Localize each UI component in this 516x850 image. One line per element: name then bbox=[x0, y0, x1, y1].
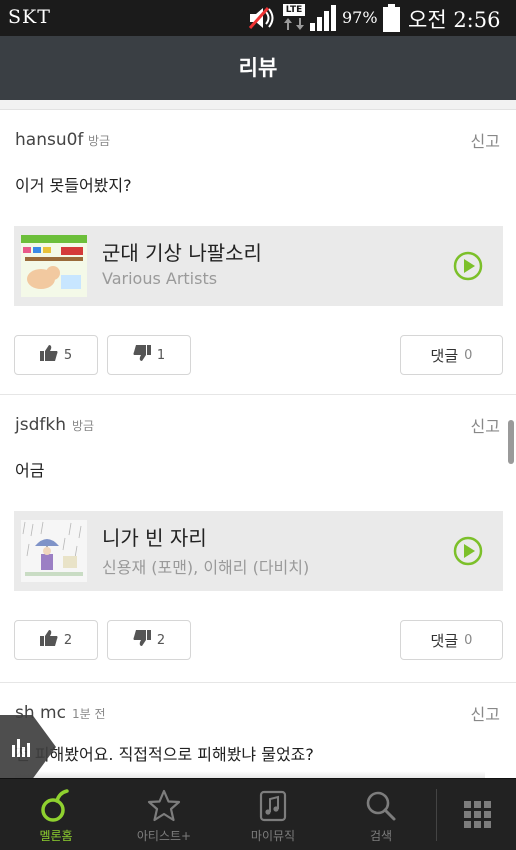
report-link[interactable]: 신고 bbox=[471, 128, 500, 152]
dislike-button[interactable]: 2 bbox=[107, 620, 191, 660]
battery-icon bbox=[383, 4, 400, 32]
comment-button[interactable]: 댓글 0 bbox=[400, 620, 503, 660]
review-text: 어금 bbox=[15, 461, 45, 480]
lte-label: LTE bbox=[283, 4, 305, 16]
mute-icon bbox=[248, 6, 278, 34]
play-icon[interactable] bbox=[453, 536, 483, 566]
nav-divider bbox=[436, 789, 437, 841]
review-text-overflow bbox=[15, 771, 485, 778]
like-button[interactable]: 5 bbox=[14, 335, 98, 375]
play-icon[interactable] bbox=[453, 251, 483, 281]
thumbs-up-icon bbox=[39, 630, 58, 650]
song-artist: 신용재 (포맨), 이해리 (다비치) bbox=[102, 558, 310, 577]
song-artist: Various Artists bbox=[102, 269, 218, 288]
tab-search[interactable]: 검색 bbox=[327, 779, 435, 850]
like-count: 2 bbox=[63, 632, 73, 648]
song-card[interactable]: 군대 기상 나팔소리 Various Artists bbox=[14, 226, 503, 306]
song-card[interactable]: 니가 빈 자리 신용재 (포맨), 이해리 (다비치) bbox=[14, 511, 503, 591]
feed-top-divider bbox=[0, 100, 516, 110]
app-header: 리뷰 bbox=[0, 36, 516, 100]
status-clock: 오전 2:56 bbox=[408, 8, 501, 32]
lte-icon: LTE bbox=[283, 4, 305, 32]
like-button[interactable]: 2 bbox=[14, 620, 98, 660]
page-title: 리뷰 bbox=[238, 56, 278, 80]
tab-my-music[interactable]: 마이뮤직 bbox=[219, 779, 327, 850]
tab-label: 아티스트+ bbox=[136, 829, 192, 843]
review-text: 이거 못들어봤지? bbox=[15, 176, 132, 195]
review-item: jsdfkh 방금 신고 어금 니가 빈 자리 신용재 (포맨), 이해리 (다… bbox=[0, 395, 516, 683]
review-author[interactable]: hansu0f bbox=[15, 130, 83, 150]
comment-count: 0 bbox=[464, 347, 473, 363]
comment-count: 0 bbox=[464, 632, 473, 648]
comment-button[interactable]: 댓글 0 bbox=[400, 335, 503, 375]
review-item: sh mc 1분 전 신고 전 피해봤어요. 직접적으로 피해봤냐 물었죠? bbox=[0, 683, 516, 778]
report-link[interactable]: 신고 bbox=[471, 701, 500, 725]
search-icon bbox=[364, 789, 398, 827]
grid-menu-icon bbox=[464, 801, 492, 833]
review-feed[interactable]: hansu0f 방금 신고 이거 못들어봤지? 군대 기상 나팔소리 Vario… bbox=[0, 100, 516, 778]
battery-percent: 97% bbox=[342, 8, 378, 27]
album-art bbox=[21, 235, 87, 297]
bottom-nav: 멜론홈 아티스트+ 마이뮤직 검색 bbox=[0, 778, 516, 850]
dislike-count: 2 bbox=[156, 632, 166, 648]
star-icon bbox=[147, 789, 181, 827]
thumbs-down-icon bbox=[133, 630, 151, 650]
tab-label: 마이뮤직 bbox=[250, 829, 296, 843]
review-author[interactable]: jsdfkh bbox=[15, 415, 66, 435]
equalizer-icon bbox=[12, 739, 30, 757]
report-link[interactable]: 신고 bbox=[471, 413, 500, 437]
song-title: 군대 기상 나팔소리 bbox=[102, 241, 262, 265]
review-time: 1분 전 bbox=[72, 707, 106, 721]
dislike-button[interactable]: 1 bbox=[107, 335, 191, 375]
tab-artist-plus[interactable]: 아티스트+ bbox=[110, 779, 218, 850]
tab-label: 멜론홈 bbox=[39, 829, 73, 843]
comment-label: 댓글 bbox=[430, 346, 459, 365]
album-art bbox=[21, 520, 87, 582]
thumbs-up-icon bbox=[39, 345, 58, 365]
like-count: 5 bbox=[63, 347, 73, 363]
scrollbar-thumb[interactable] bbox=[508, 420, 514, 464]
comment-label: 댓글 bbox=[430, 631, 459, 650]
carrier-label: SKT bbox=[8, 6, 51, 28]
thumbs-down-icon bbox=[133, 345, 151, 365]
tab-melon-home[interactable]: 멜론홈 bbox=[2, 779, 110, 850]
song-title: 니가 빈 자리 bbox=[102, 526, 207, 550]
more-menu-button[interactable] bbox=[450, 779, 516, 850]
review-time: 방금 bbox=[88, 134, 111, 148]
review-time: 방금 bbox=[72, 419, 95, 433]
review-text: 전 피해봤어요. 직접적으로 피해봤냐 물었죠? bbox=[15, 745, 314, 764]
music-note-icon bbox=[256, 789, 290, 827]
melon-home-icon bbox=[39, 789, 73, 827]
signal-icon bbox=[310, 5, 338, 35]
tab-label: 검색 bbox=[369, 829, 393, 843]
dislike-count: 1 bbox=[156, 347, 166, 363]
review-item: hansu0f 방금 신고 이거 못들어봤지? 군대 기상 나팔소리 Vario… bbox=[0, 110, 516, 395]
status-bar: SKT LTE 97% 오전 2:56 bbox=[0, 0, 516, 36]
